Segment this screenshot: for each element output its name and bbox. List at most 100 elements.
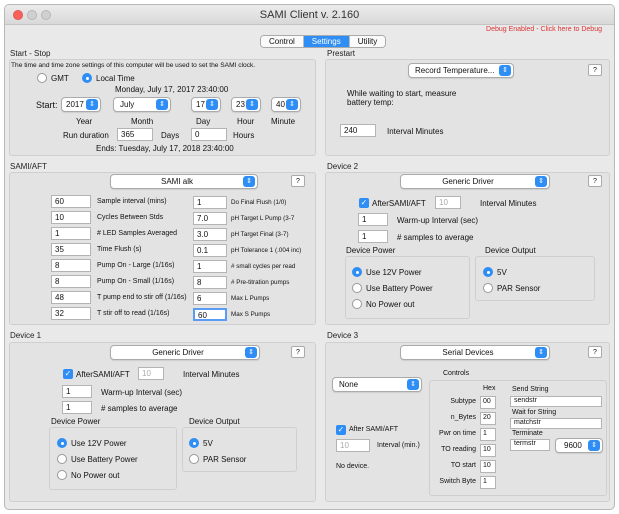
hour-select[interactable]: 23 ⇕ bbox=[231, 97, 261, 112]
device1-select[interactable]: Generic Driver ⇕ bbox=[110, 345, 260, 360]
device3-term-field[interactable]: termstr bbox=[510, 439, 550, 451]
sami-param-field[interactable]: 1 bbox=[193, 260, 227, 273]
device3-control-field[interactable]: 20 bbox=[480, 412, 496, 425]
device3-control-field[interactable]: 1 bbox=[480, 476, 496, 489]
device3-select[interactable]: Serial Devices ⇕ bbox=[400, 345, 550, 360]
prestart-help-button[interactable]: ? bbox=[588, 64, 602, 76]
sami-param-field[interactable]: 7.0 bbox=[193, 212, 227, 225]
device2-help-button[interactable]: ? bbox=[588, 175, 602, 187]
device1-output-par-label: PAR Sensor bbox=[203, 455, 247, 464]
device1-power-none-radio[interactable] bbox=[57, 470, 67, 480]
sami-param-field[interactable]: 3.0 bbox=[193, 228, 227, 241]
local-time-label: Local Time bbox=[96, 74, 135, 83]
device3-control-field[interactable]: 00 bbox=[480, 396, 496, 409]
year-value: 2017 bbox=[66, 100, 84, 109]
device2-power-battery-radio[interactable] bbox=[352, 283, 362, 293]
device3-baud-select[interactable]: 9600 ⇕ bbox=[555, 438, 603, 453]
device3-wait-field[interactable]: matchstr bbox=[510, 418, 602, 429]
tab-control[interactable]: Control bbox=[261, 36, 304, 47]
device3-after-field[interactable]: 10 bbox=[336, 439, 370, 452]
day-value: 17 bbox=[196, 100, 205, 109]
sami-param-field[interactable]: 8 bbox=[51, 259, 91, 272]
sami-param-field[interactable]: 35 bbox=[51, 243, 91, 256]
prestart-select[interactable]: Record Temperature... ⇕ bbox=[408, 63, 514, 78]
device1-after-field[interactable]: 10 bbox=[138, 367, 164, 380]
device1-power-battery-radio[interactable] bbox=[57, 454, 67, 464]
sami-param-field[interactable]: 0.1 bbox=[193, 244, 227, 257]
stepper-icon: ⇕ bbox=[156, 99, 168, 110]
sami-param-field[interactable]: 32 bbox=[51, 307, 91, 320]
sami-param-label: T stir off to read (1/16s) bbox=[97, 310, 170, 317]
sami-param-label: T pump end to stir off (1/16s) bbox=[97, 294, 187, 301]
stepper-icon: ⇕ bbox=[206, 99, 218, 110]
sami-select[interactable]: SAMI alk ⇕ bbox=[110, 174, 258, 189]
sami-param-field[interactable]: 1 bbox=[51, 227, 91, 240]
device1-header: Device 1 bbox=[10, 331, 42, 340]
device2-after-checkbox[interactable]: ✓ bbox=[359, 198, 369, 208]
device2-output-group bbox=[475, 256, 595, 301]
sami-help-button[interactable]: ? bbox=[291, 175, 305, 187]
sami-param-field[interactable]: 8 bbox=[51, 275, 91, 288]
device3-after-checkbox[interactable]: ✓ bbox=[336, 425, 346, 435]
device3-send-label: Send String bbox=[512, 386, 549, 393]
stepper-icon: ⇕ bbox=[535, 176, 547, 187]
device1-help-button[interactable]: ? bbox=[291, 346, 305, 358]
device1-output-par-radio[interactable] bbox=[189, 454, 199, 464]
device2-output-par-radio[interactable] bbox=[483, 283, 493, 293]
gmt-label: GMT bbox=[51, 74, 69, 83]
stepper-icon: ⇕ bbox=[286, 99, 298, 110]
device1-after-label: AfterSAMI/AFT bbox=[76, 370, 130, 379]
device3-left-select[interactable]: None ⇕ bbox=[332, 377, 422, 392]
tab-utility[interactable]: Utility bbox=[349, 36, 386, 47]
sami-select-value: SAMI alk bbox=[160, 177, 193, 186]
device1-after-checkbox[interactable]: ✓ bbox=[63, 369, 73, 379]
device1-warmup-field[interactable]: 1 bbox=[62, 385, 92, 398]
local-time-radio[interactable] bbox=[82, 73, 92, 83]
run-hours-field[interactable]: 0 bbox=[191, 128, 227, 141]
device2-warmup-field[interactable]: 1 bbox=[358, 213, 388, 226]
month-select[interactable]: July ⇕ bbox=[113, 97, 171, 112]
prestart-interval-field[interactable]: 240 bbox=[340, 124, 376, 137]
device2-power-none-radio[interactable] bbox=[352, 299, 362, 309]
device2-power-12v-label: Use 12V Power bbox=[366, 268, 422, 277]
device3-after-label: After SAMI/AFT bbox=[349, 426, 399, 433]
device3-send-field[interactable]: sendstr bbox=[510, 396, 602, 407]
hour-label: Hour bbox=[237, 117, 255, 126]
day-select[interactable]: 17 ⇕ bbox=[191, 97, 221, 112]
sami-param-field[interactable]: 48 bbox=[51, 291, 91, 304]
device1-power-12v-radio[interactable] bbox=[57, 438, 67, 448]
device2-output-5v-radio[interactable] bbox=[483, 267, 493, 277]
sami-param-field[interactable]: 60 bbox=[193, 308, 227, 321]
run-days-field[interactable]: 365 bbox=[117, 128, 153, 141]
gmt-radio[interactable] bbox=[37, 73, 47, 83]
device3-control-field[interactable]: 10 bbox=[480, 460, 496, 473]
device1-output-5v-radio[interactable] bbox=[189, 438, 199, 448]
sami-param-label: pH Target Final (3-7) bbox=[231, 231, 289, 238]
sami-param-label: # Pre-titration pumps bbox=[231, 279, 290, 286]
device2-samples-field[interactable]: 1 bbox=[358, 230, 388, 243]
device2-select[interactable]: Generic Driver ⇕ bbox=[400, 174, 550, 189]
sami-param-field[interactable]: 10 bbox=[51, 211, 91, 224]
day-label: Day bbox=[196, 117, 211, 126]
device3-control-field[interactable]: 1 bbox=[480, 428, 496, 441]
device2-header: Device 2 bbox=[327, 162, 359, 171]
stepper-icon: ⇕ bbox=[407, 379, 419, 390]
device3-interval-label: Interval (min.) bbox=[377, 442, 420, 449]
device3-baud-value: 9600 bbox=[564, 441, 582, 450]
start-label: Start: bbox=[36, 100, 58, 110]
device3-help-button[interactable]: ? bbox=[588, 346, 602, 358]
device1-samples-field[interactable]: 1 bbox=[62, 401, 92, 414]
device2-power-12v-radio[interactable] bbox=[352, 267, 362, 277]
device3-control-field[interactable]: 10 bbox=[480, 444, 496, 457]
sami-param-field[interactable]: 8 bbox=[193, 276, 227, 289]
device3-controls-header: Controls bbox=[443, 370, 470, 377]
sami-param-label: # LED Samples Averaged bbox=[97, 230, 178, 237]
minute-select[interactable]: 40 ⇕ bbox=[271, 97, 301, 112]
sami-param-field[interactable]: 6 bbox=[193, 292, 227, 305]
debug-link[interactable]: Debug Enabled - Click here to Debug bbox=[486, 26, 602, 33]
sami-param-field[interactable]: 60 bbox=[51, 195, 91, 208]
year-select[interactable]: 2017 ⇕ bbox=[61, 97, 101, 112]
device2-after-field[interactable]: 10 bbox=[435, 196, 461, 209]
tab-settings[interactable]: Settings bbox=[303, 36, 350, 47]
sami-param-field[interactable]: 1 bbox=[193, 196, 227, 209]
